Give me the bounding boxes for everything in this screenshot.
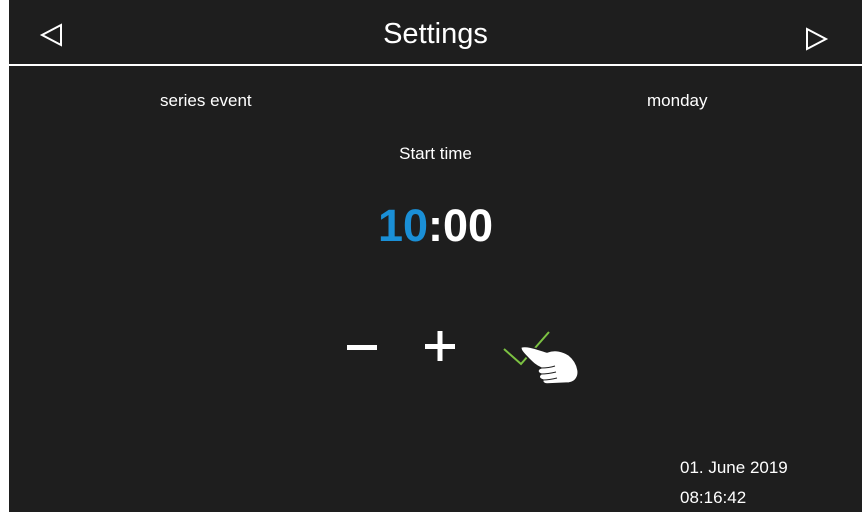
time-display: 10:00 (9, 200, 862, 252)
weekday-label: monday (647, 91, 708, 110)
current-date: 01. June 2019 (680, 458, 788, 477)
minutes-value[interactable]: 00 (443, 200, 493, 251)
increment-button[interactable] (422, 327, 460, 365)
next-button[interactable] (804, 26, 834, 56)
time-separator: : (428, 200, 443, 251)
hours-value[interactable]: 10 (378, 200, 428, 251)
plus-icon (425, 331, 455, 361)
decrement-button[interactable] (345, 330, 379, 364)
page-title: Settings (383, 18, 488, 50)
triangle-right-icon (806, 27, 829, 51)
current-time: 08:16:42 (680, 488, 747, 507)
settings-screen: Settings series event monday Start time … (9, 0, 862, 512)
header-bar: Settings (9, 0, 862, 66)
series-event-label: series event (160, 91, 252, 110)
start-time-label: Start time (399, 144, 472, 163)
hand-pointer-icon (519, 342, 581, 391)
minus-icon (347, 345, 377, 350)
